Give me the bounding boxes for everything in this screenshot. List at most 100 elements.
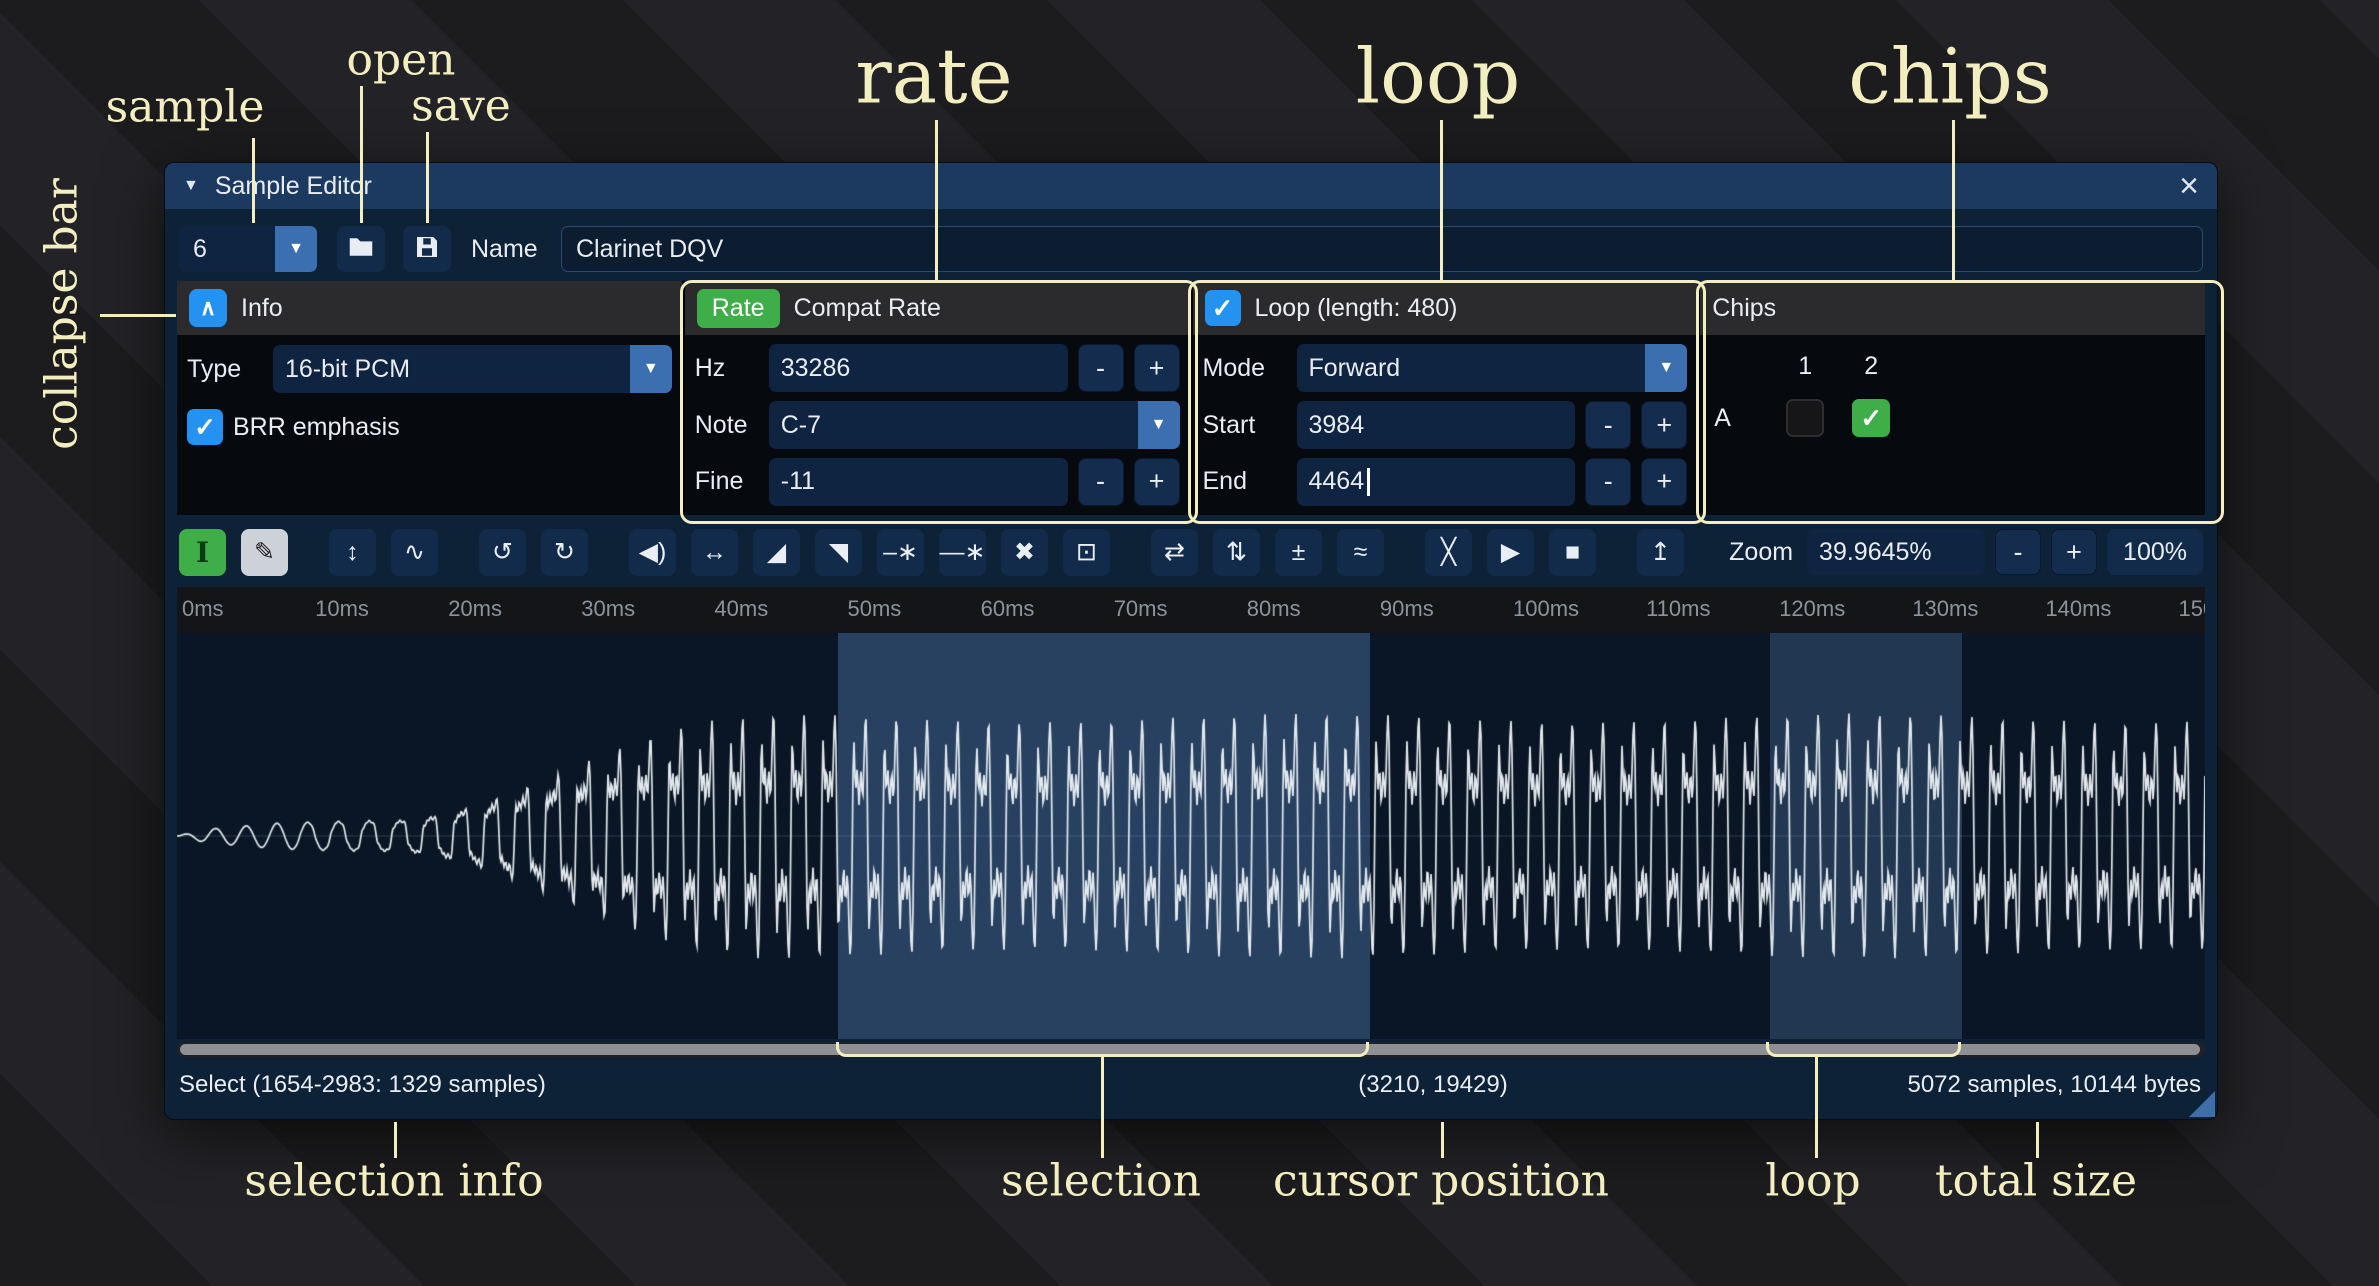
note-label: Note (695, 411, 759, 440)
type-label: Type (187, 355, 263, 384)
loop-enabled-checkbox[interactable] (1205, 290, 1241, 326)
ruler-tick-label: 40ms (714, 596, 768, 622)
chevron-down-icon[interactable]: ▼ (1138, 401, 1180, 449)
hz-label: Hz (695, 354, 759, 383)
chevron-down-icon[interactable]: ▼ (1645, 344, 1687, 392)
chip-1-checkbox[interactable] (1786, 399, 1824, 437)
loop-panel-header: Loop (length: 480) (1193, 281, 1698, 335)
loop-end-plus-button[interactable]: + (1641, 458, 1687, 506)
annotation-cursor-position-label: cursor position (1273, 1156, 1609, 1207)
undo-icon: ↺ (492, 537, 513, 567)
window-collapse-triangle-icon[interactable]: ▼ (183, 177, 199, 195)
chips-row-a: A (1710, 395, 2195, 441)
chips-panel-title: Chips (1712, 294, 1776, 323)
loop-mode-dropdown[interactable]: Forward ▼ (1297, 344, 1688, 392)
ruler-tick-label: 140ms (2045, 596, 2111, 622)
open-sample-button[interactable] (337, 226, 385, 272)
close-icon[interactable]: × (2179, 169, 2199, 203)
amplify-button[interactable]: ◀) (629, 529, 676, 576)
hz-plus-button[interactable]: + (1134, 344, 1180, 392)
annotation-rate-line (935, 120, 938, 280)
sample-type-dropdown[interactable]: 16-bit PCM ▼ (273, 345, 672, 393)
fade-in-icon: ◢ (767, 537, 786, 567)
fine-input[interactable]: -11 (769, 458, 1068, 506)
loop-end-minus-button[interactable]: - (1585, 458, 1631, 506)
annotation-chips-line (1952, 120, 1955, 280)
waveform-view[interactable] (177, 633, 2205, 1039)
resize-grip[interactable] (2189, 1091, 2215, 1117)
draw-tool-button[interactable]: ✎ (241, 529, 288, 576)
undo-button[interactable]: ↺ (479, 529, 526, 576)
toolbar-buttons: I ✎ ↕ ∿ ↺ ↻ ◀) ↔ ◢ ◥ –∗ —∗ ✖ ⊡ ⇄ ⇅ ± ≈ ╳ ▶ ■ ↥ (179, 529, 1684, 576)
select-tool-button[interactable]: I (179, 529, 226, 576)
ruler-tick-label: 70ms (1114, 596, 1168, 622)
normalize-icon: ↔ (702, 538, 727, 567)
rate-panel: Rate Compat Rate Hz 33286 - + Note C-7 (685, 281, 1190, 515)
brr-emphasis-checkbox[interactable] (187, 409, 223, 445)
annotation-loop-line (1440, 120, 1443, 280)
rate-badge-button[interactable]: Rate (697, 289, 780, 328)
resize-icon: ↕ (346, 538, 359, 567)
loop-panel: Loop (length: 480) Mode Forward ▼ Start … (1193, 281, 1698, 515)
filter-button[interactable]: ≈ (1337, 529, 1384, 576)
fine-plus-button[interactable]: + (1134, 458, 1180, 506)
loop-start-minus-button[interactable]: - (1585, 401, 1631, 449)
zoom-input[interactable]: 39.9645% (1807, 529, 1985, 575)
stop-icon: ■ (1565, 538, 1580, 567)
ruler-tick-label: 150ms (2179, 596, 2206, 622)
fade-out-button[interactable]: ◥ (815, 529, 862, 576)
note-dropdown[interactable]: C-7 ▼ (769, 401, 1180, 449)
chevron-down-icon[interactable]: ▼ (275, 226, 317, 272)
loop-mode-label: Mode (1203, 354, 1287, 383)
info-panel: ∧ Info Type 16-bit PCM ▼ BRR emphasis (177, 281, 682, 515)
trim-button[interactable]: ⊡ (1063, 529, 1110, 576)
fade-in-button[interactable]: ◢ (753, 529, 800, 576)
pencil-icon: ✎ (254, 537, 275, 567)
normalize-button[interactable]: ↔ (691, 529, 738, 576)
sample-number-dropdown[interactable]: 6 ▼ (179, 226, 317, 272)
note-value: C-7 (769, 401, 1138, 449)
annotation-collapse-bar-line (100, 314, 176, 317)
preview-button[interactable]: ▶ (1487, 529, 1534, 576)
save-sample-button[interactable] (403, 226, 451, 272)
fine-minus-button[interactable]: - (1078, 458, 1124, 506)
waveform-canvas[interactable] (177, 633, 2205, 1039)
crossfade-button[interactable]: ╳ (1425, 529, 1472, 576)
speaker-icon: ◀) (639, 537, 667, 567)
floppy-save-icon (412, 232, 442, 267)
chips-col-2: 2 (1852, 352, 1890, 381)
zoom-reset-button[interactable]: 100% (2107, 529, 2203, 575)
delete-button[interactable]: ✖ (1001, 529, 1048, 576)
collapse-bar-chevron-icon[interactable]: ∧ (189, 289, 227, 327)
hz-minus-button[interactable]: - (1078, 344, 1124, 392)
reverse-icon: ⇄ (1164, 537, 1185, 567)
redo-button[interactable]: ↻ (541, 529, 588, 576)
resize-button[interactable]: ↕ (329, 529, 376, 576)
fade-out-icon: ◥ (829, 537, 848, 567)
apply-silence-button[interactable]: —∗ (939, 529, 986, 576)
hz-input[interactable]: 33286 (769, 344, 1068, 392)
insert-silence-button[interactable]: –∗ (877, 529, 924, 576)
invert-button[interactable]: ⇅ (1213, 529, 1260, 576)
create-instrument-button[interactable]: ↥ (1637, 529, 1684, 576)
zoom-label: Zoom (1729, 538, 1793, 567)
annotation-selection-info-label: selection info (244, 1156, 543, 1207)
ruler-tick-label: 80ms (1247, 596, 1301, 622)
loop-start-input[interactable]: 3984 (1297, 401, 1576, 449)
resample-button[interactable]: ∿ (391, 529, 438, 576)
sign-button[interactable]: ± (1275, 529, 1322, 576)
ruler-tick-label: 20ms (448, 596, 502, 622)
stop-preview-button[interactable]: ■ (1549, 529, 1596, 576)
zoom-out-button[interactable]: - (1995, 529, 2041, 575)
chevron-down-icon[interactable]: ▼ (630, 345, 672, 393)
zoom-in-button[interactable]: + (2051, 529, 2097, 575)
title-bar[interactable]: ▼ Sample Editor × (165, 163, 2217, 209)
chip-2-checkbox[interactable] (1852, 399, 1890, 437)
loop-start-plus-button[interactable]: + (1641, 401, 1687, 449)
ruler-tick-label: 60ms (981, 596, 1035, 622)
sample-name-input[interactable]: Clarinet DQV (561, 226, 2203, 272)
time-ruler[interactable]: 0ms10ms20ms30ms40ms50ms60ms70ms80ms90ms1… (177, 587, 2205, 633)
ruler-tick-label: 100ms (1513, 596, 1579, 622)
reverse-button[interactable]: ⇄ (1151, 529, 1198, 576)
loop-end-input[interactable]: 4464 (1297, 458, 1576, 506)
